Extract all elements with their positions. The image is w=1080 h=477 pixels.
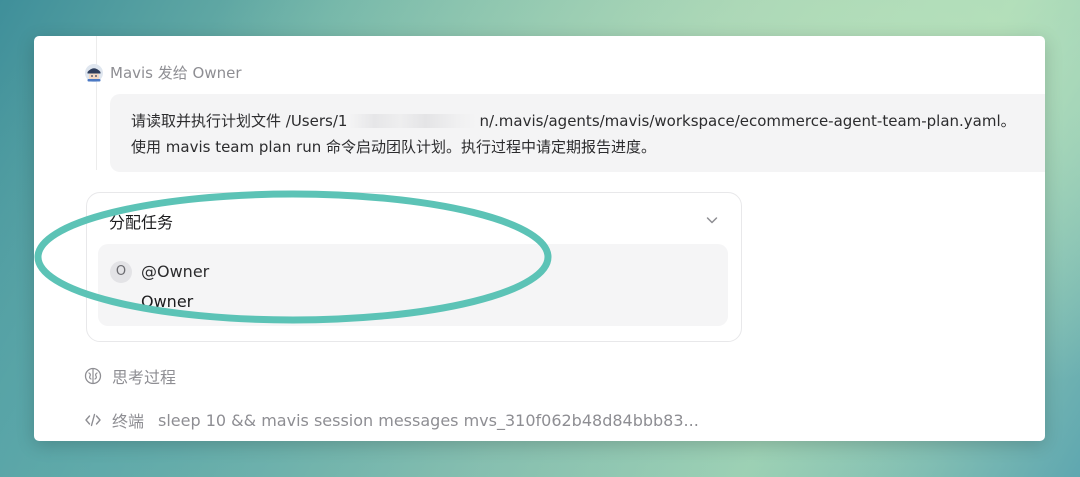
redacted-username	[349, 114, 478, 128]
message-header: Mavis 发给 Owner	[84, 62, 242, 83]
thinking-process-row[interactable]: 思考过程	[84, 364, 176, 388]
chat-window: Mavis 发给 Owner 请读取并执行计划文件 /Users/1 n/.mav…	[34, 36, 1045, 441]
terminal-label: 终端	[112, 412, 145, 431]
assignee-handle: @Owner	[141, 262, 210, 281]
assignee-name: Owner	[141, 292, 194, 311]
mavis-avatar-icon	[85, 63, 103, 82]
message-line-1: 请读取并执行计划文件 /Users/1 n/.mavis/agents/mavis…	[131, 108, 1035, 134]
message-line-1-suffix: n/.mavis/agents/mavis/workspace/ecommerc…	[479, 112, 1016, 130]
assignee-row[interactable]: O @Owner Owner	[98, 244, 728, 326]
task-card-title: 分配任务	[109, 213, 174, 232]
thread-connector-line	[96, 36, 97, 170]
chevron-down-icon[interactable]	[705, 213, 719, 227]
terminal-command: sleep 10 && mavis session messages mvs_3…	[158, 410, 699, 430]
message-text: 请读取并执行计划文件 /Users/1 n/.mavis/agents/mavis…	[131, 108, 1035, 160]
brain-icon	[84, 367, 102, 385]
thinking-process-label: 思考过程	[112, 368, 177, 387]
assign-task-card: 分配任务 O @Owner Owner	[86, 192, 742, 342]
assignee-avatar: O	[110, 261, 132, 283]
code-icon	[85, 413, 101, 427]
terminal-row[interactable]: 终端 sleep 10 && mavis session messages mv…	[84, 408, 699, 432]
message-line-2: 使用 mavis team plan run 命令启动团队计划。执行过程中请定期…	[131, 138, 656, 156]
message-line-1-prefix: 请读取并执行计划文件 /Users/1	[131, 112, 348, 130]
message-bubble: 请读取并执行计划文件 /Users/1 n/.mavis/agents/mavis…	[110, 94, 1045, 172]
message-sender-header: Mavis 发给 Owner	[110, 64, 242, 82]
